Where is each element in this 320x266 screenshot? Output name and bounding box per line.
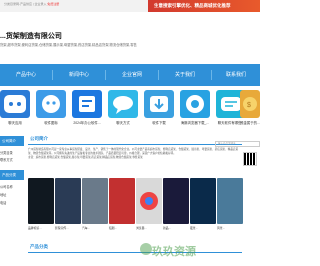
sidebar-line[interactable]: 分类目录 [0, 150, 13, 155]
icon-card[interactable]: 海豚浏览器下载_... [180, 90, 210, 125]
thumb-caption: 品牌标识... [28, 226, 42, 230]
icon-card[interactable]: 聊天应用 [0, 90, 30, 125]
icon-label: 软件下载 [152, 121, 166, 125]
browser-icon [180, 90, 210, 118]
download-icon [144, 90, 174, 118]
banner-text: 生意搜索引擎优化、精品商城优化推荐 [154, 3, 231, 8]
intro-keywords: 主营：超市货架,便利店货架,仓储货架,展示架,母婴货架,药店货架,精品店货架,物… [28, 156, 143, 159]
icon-card[interactable]: $ 资金属于的... [240, 90, 260, 125]
icon-label: 海豚浏览器下载_... [180, 121, 210, 125]
svg-text:$: $ [247, 102, 251, 109]
company-keywords: 货架,超市货架,便利店货架,仓储货架,展示架,母婴货架,药店货架,精品店货架,物… [0, 43, 137, 47]
register-link[interactable]: 免费注册 [47, 2, 59, 6]
watermark-text: 玖玖资源 [152, 246, 196, 258]
thumb-image [55, 178, 81, 224]
section-header: 公司简介 [28, 136, 242, 145]
nav-item-news[interactable]: 新闻中心 [53, 64, 105, 86]
thumb-image [109, 178, 135, 224]
chat-bubble-icon [108, 90, 138, 118]
thumb-image [190, 178, 216, 224]
coin-icon: $ [240, 90, 260, 118]
page: 分类目录网-产品供应 | 企业录入 免费注册 生意搜索引擎优化、精品商城优化推荐… [0, 0, 260, 266]
thumb-card[interactable]: 短剧... [109, 178, 135, 230]
thumb-card[interactable]: 风景... [217, 178, 243, 230]
thumb-caption: 新品... [163, 226, 171, 230]
icon-label: 聊天应用 [8, 121, 22, 125]
icon-card[interactable]: 软件图标 [36, 90, 66, 125]
left-sidebar: 公司简介 分类目录 联系方式 产品分类 公司名称 地址 电话 [0, 136, 24, 266]
nav-item-website[interactable]: 企业官网 [106, 64, 158, 86]
company-title: ...货架制造有限公司 [0, 33, 62, 40]
sidebar-line[interactable]: 联系方式 [0, 157, 13, 162]
section-title: 产品分类 [30, 244, 48, 249]
main-content: 公司简介 广州货架制造有限公司是一家专业从事货架研发、设计、生产、销售于一体的现… [28, 136, 243, 266]
sidebar-line: 公司名称 [0, 185, 13, 189]
icon-card[interactable]: 2024年办公软件... [72, 90, 102, 125]
thumb-caption: 汽车... [82, 226, 90, 230]
nav-item-products[interactable]: 产品中心 [0, 64, 52, 86]
top-strip: 分类目录网-产品供应 | 企业录入 免费注册 生意搜索引擎优化、精品商城优化推荐 [0, 0, 260, 12]
thumb-card[interactable]: 浏览器... [136, 178, 162, 230]
sidebar-line: 电话 [0, 201, 7, 205]
thumb-image [28, 178, 54, 224]
site-header: ...货架制造有限公司 货架,超市货架,便利店货架,仓储货架,展示架,母婴货架,… [0, 12, 260, 58]
section-header: 产品分类 [28, 244, 242, 253]
thumb-image [163, 178, 189, 224]
qr-code [243, 152, 260, 212]
thumb-caption: 短剧... [109, 226, 117, 230]
main-nav: 产品中心 新闻中心 企业官网 关于我们 联系我们 [0, 64, 260, 86]
software-icon [36, 90, 66, 118]
thumb-card[interactable]: 影院宣传... [55, 178, 81, 230]
crumb-text: 分类目录网-产品供应 | 企业录入 [4, 2, 47, 6]
nav-item-contact[interactable]: 联系我们 [212, 64, 260, 86]
thumbnail-row: 品牌标识... 影院宣传... 汽车... 短剧... 浏览器... 新品...… [28, 178, 243, 238]
nav-item-about[interactable]: 关于我们 [159, 64, 211, 86]
chat-app-icon [0, 90, 30, 118]
watermark-icon [140, 243, 152, 255]
thumb-caption: 夜景... [190, 226, 198, 230]
thumb-card[interactable]: 新品... [163, 178, 189, 230]
top-crumb: 分类目录网-产品供应 | 企业录入 免费注册 [4, 2, 59, 6]
search-input[interactable]: 输入产品关键字 [215, 141, 260, 147]
thumb-card[interactable]: 汽车... [82, 178, 108, 230]
thumb-caption: 浏览器... [136, 226, 147, 230]
top-banner[interactable]: 生意搜索引擎优化、精品商城优化推荐 [148, 0, 260, 12]
intro-text: 广州货架制造有限公司是一家专业从事货架研发、设计、生产、销售于一体的现代化企业。… [28, 148, 239, 155]
thumb-card[interactable]: 品牌标识... [28, 178, 54, 230]
office-icon [72, 90, 102, 118]
sidebar-tab-intro[interactable]: 公司简介 [0, 136, 24, 146]
thumb-caption: 风景... [217, 226, 225, 230]
icon-card[interactable]: 聊天方式 [108, 90, 138, 125]
section-title: 公司简介 [30, 136, 48, 141]
thumb-image [136, 178, 162, 224]
sidebar-line: 地址 [0, 193, 7, 197]
thumb-card[interactable]: 夜景... [190, 178, 216, 230]
icon-label: 资金属于的... [240, 121, 260, 125]
icon-label: 软件图标 [44, 121, 58, 125]
icon-card[interactable]: 软件下载 [144, 90, 174, 125]
thumb-caption: 影院宣传... [55, 226, 69, 230]
sidebar-tab-categories[interactable]: 产品分类 [0, 170, 24, 180]
company-intro: 广州货架制造有限公司是一家专业从事货架研发、设计、生产、销售于一体的现代化企业。… [28, 148, 242, 160]
qr-icon [243, 152, 257, 166]
icon-label: 2024年办公软件... [73, 121, 101, 125]
icon-label: 聊天方式 [116, 121, 130, 125]
thumb-image [82, 178, 108, 224]
thumb-image [217, 178, 243, 224]
icon-row: 聊天应用 软件图标 2024年办公软件... 聊天方式 软件下载 海豚浏览器下载… [0, 90, 260, 130]
